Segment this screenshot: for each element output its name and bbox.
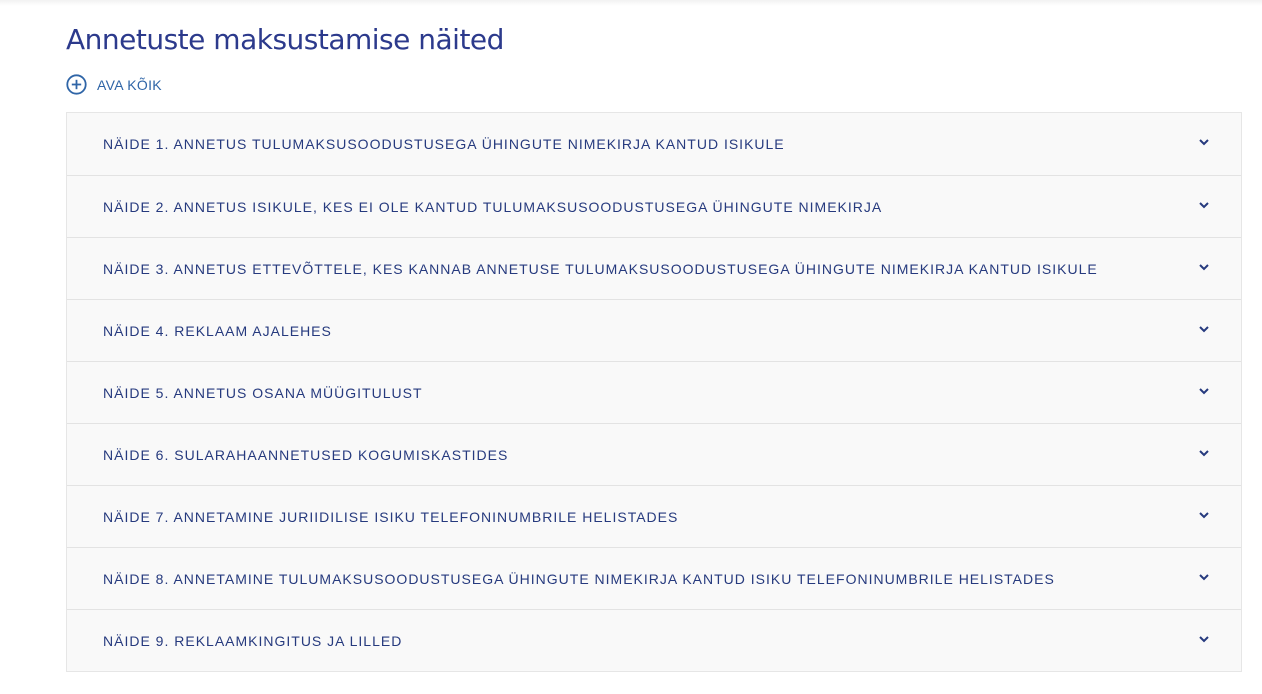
accordion-item-title: NÄIDE 8. ANNETAMINE TULUMAKSUSOODUSTUSEG…: [103, 570, 1055, 587]
examples-accordion: NÄIDE 1. ANNETUS TULUMAKSUSOODUSTUSEGA Ü…: [66, 112, 1242, 672]
accordion-item-4[interactable]: NÄIDE 4. REKLAAM AJALEHES: [67, 299, 1241, 361]
page-title: Annetuste maksustamise näited: [66, 23, 504, 56]
chevron-down-icon: [1199, 512, 1209, 519]
accordion-item-title: NÄIDE 9. REKLAAMKINGITUS JA LILLED: [103, 632, 403, 649]
accordion-item-title: NÄIDE 2. ANNETUS ISIKULE, KES EI OLE KAN…: [103, 198, 883, 215]
chevron-down-icon: [1199, 388, 1209, 395]
open-all-button[interactable]: AVA KÕIK: [66, 74, 162, 95]
accordion-item-title: NÄIDE 7. ANNETAMINE JURIIDILISE ISIKU TE…: [103, 508, 679, 525]
chevron-down-icon: [1199, 264, 1209, 271]
accordion-item-title: NÄIDE 6. SULARAHAANNETUSED KOGUMISKASTID…: [103, 446, 509, 463]
plus-circle-icon: [66, 74, 87, 95]
accordion-item-title: NÄIDE 3. ANNETUS ETTEVÕTTELE, KES KANNAB…: [103, 260, 1098, 277]
accordion-item-title: NÄIDE 5. ANNETUS OSANA MÜÜGITULUST: [103, 384, 423, 401]
accordion-item-7[interactable]: NÄIDE 7. ANNETAMINE JURIIDILISE ISIKU TE…: [67, 485, 1241, 547]
chevron-down-icon: [1199, 202, 1209, 209]
accordion-item-title: NÄIDE 1. ANNETUS TULUMAKSUSOODUSTUSEGA Ü…: [103, 136, 785, 152]
open-all-label: AVA KÕIK: [97, 76, 162, 93]
accordion-item-1[interactable]: NÄIDE 1. ANNETUS TULUMAKSUSOODUSTUSEGA Ü…: [67, 113, 1241, 175]
accordion-item-6[interactable]: NÄIDE 6. SULARAHAANNETUSED KOGUMISKASTID…: [67, 423, 1241, 485]
chevron-down-icon: [1199, 326, 1209, 333]
chevron-down-icon: [1199, 139, 1209, 146]
chevron-down-icon: [1199, 636, 1209, 643]
accordion-item-5[interactable]: NÄIDE 5. ANNETUS OSANA MÜÜGITULUST: [67, 361, 1241, 423]
accordion-item-8[interactable]: NÄIDE 8. ANNETAMINE TULUMAKSUSOODUSTUSEG…: [67, 547, 1241, 609]
chevron-down-icon: [1199, 450, 1209, 457]
accordion-item-9[interactable]: NÄIDE 9. REKLAAMKINGITUS JA LILLED: [67, 609, 1241, 671]
accordion-item-3[interactable]: NÄIDE 3. ANNETUS ETTEVÕTTELE, KES KANNAB…: [67, 237, 1241, 299]
chevron-down-icon: [1199, 574, 1209, 581]
header-shadow: [0, 0, 1262, 6]
accordion-item-title: NÄIDE 4. REKLAAM AJALEHES: [103, 322, 332, 339]
accordion-item-2[interactable]: NÄIDE 2. ANNETUS ISIKULE, KES EI OLE KAN…: [67, 175, 1241, 237]
